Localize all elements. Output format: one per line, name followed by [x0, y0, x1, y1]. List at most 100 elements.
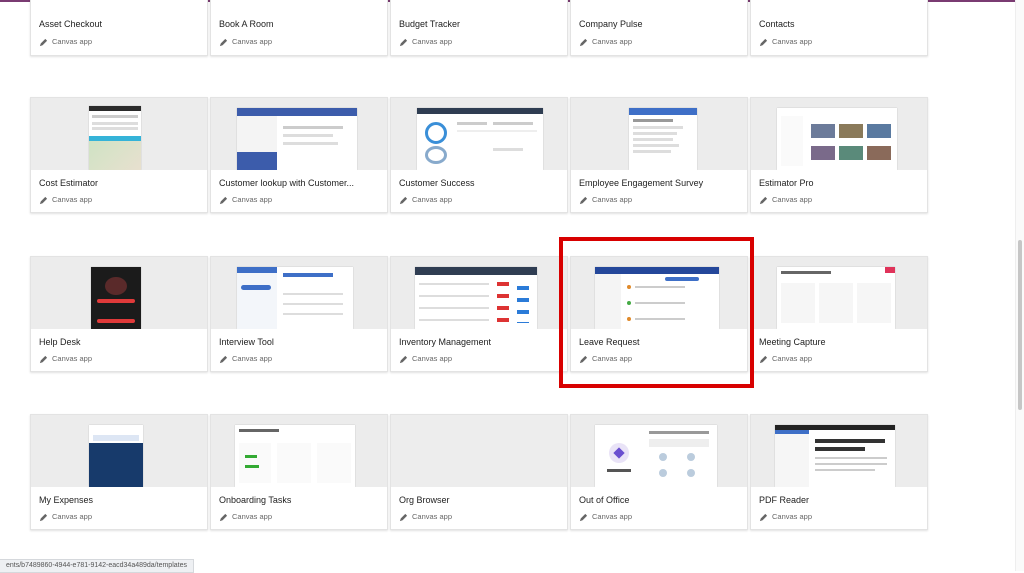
selection-highlight-box — [559, 237, 754, 388]
template-card-asset-checkout[interactable]: Asset Checkout Canvas app — [30, 0, 208, 56]
pencil-icon — [39, 38, 48, 46]
card-thumbnail — [751, 98, 927, 170]
card-subtitle: Canvas app — [759, 354, 812, 364]
pencil-icon — [759, 513, 768, 521]
card-title: Out of Office — [579, 495, 630, 505]
template-card-employee-engagement-survey[interactable]: Employee Engagement Survey Canvas app — [570, 97, 748, 213]
card-title: Budget Tracker — [399, 19, 461, 29]
card-thumbnail — [571, 415, 747, 487]
card-title: Company Pulse — [579, 19, 643, 29]
pencil-icon — [219, 513, 228, 521]
template-card-pdf-reader[interactable]: PDF Reader Canvas app — [750, 414, 928, 530]
card-title: Customer lookup with Customer... — [219, 178, 355, 188]
card-subtitle: Canvas app — [759, 512, 812, 522]
vertical-scrollbar[interactable] — [1015, 0, 1024, 571]
card-subtitle: Canvas app — [39, 195, 92, 205]
card-title: Contacts — [759, 19, 795, 29]
card-thumbnail — [31, 257, 207, 329]
template-card-org-browser[interactable]: Org Browser Canvas app — [390, 414, 568, 530]
thumbnail-preview — [237, 267, 353, 329]
card-title: Interview Tool — [219, 337, 274, 347]
template-card-inventory-management[interactable]: Inventory Management Canvas app — [390, 256, 568, 372]
card-thumbnail — [211, 98, 387, 170]
thumbnail-preview — [91, 267, 141, 329]
card-thumbnail — [31, 415, 207, 487]
template-card-my-expenses[interactable]: My Expenses Canvas app — [30, 414, 208, 530]
thumbnail-preview — [89, 425, 143, 487]
card-subtitle: Canvas app — [39, 354, 92, 364]
template-card-budget-tracker[interactable]: Budget Tracker Canvas app — [390, 0, 568, 56]
card-subtitle: Canvas app — [39, 37, 92, 47]
pencil-icon — [219, 355, 228, 363]
card-title: Cost Estimator — [39, 178, 99, 188]
card-subtitle: Canvas app — [579, 512, 632, 522]
card-title: PDF Reader — [759, 495, 810, 505]
card-subtitle: Canvas app — [579, 37, 632, 47]
pencil-icon — [219, 196, 228, 204]
template-card-meeting-capture[interactable]: Meeting Capture Canvas app — [750, 256, 928, 372]
template-card-book-a-room[interactable]: Book A Room Canvas app — [210, 0, 388, 56]
card-subtitle: Canvas app — [399, 512, 452, 522]
thumbnail-preview — [777, 267, 895, 329]
template-card-interview-tool[interactable]: Interview Tool Canvas app — [210, 256, 388, 372]
card-subtitle: Canvas app — [579, 195, 632, 205]
template-card-estimator-pro[interactable]: Estimator Pro Canvas app — [750, 97, 928, 213]
card-subtitle: Canvas app — [219, 195, 272, 205]
card-subtitle: Canvas app — [219, 512, 272, 522]
pencil-icon — [399, 355, 408, 363]
card-title: Employee Engagement Survey — [579, 178, 704, 188]
card-subtitle: Canvas app — [399, 195, 452, 205]
thumbnail-preview — [777, 108, 897, 170]
thumbnail-preview — [415, 267, 537, 329]
template-card-help-desk[interactable]: Help Desk Canvas app — [30, 256, 208, 372]
template-card-cost-estimator[interactable]: Cost Estimator Canvas app — [30, 97, 208, 213]
thumbnail-preview — [237, 108, 357, 170]
pencil-icon — [399, 513, 408, 521]
pencil-icon — [759, 355, 768, 363]
template-card-customer-lookup[interactable]: Customer lookup with Customer... Canvas … — [210, 97, 388, 213]
card-title: Meeting Capture — [759, 337, 826, 347]
pencil-icon — [759, 196, 768, 204]
card-title: My Expenses — [39, 495, 94, 505]
pencil-icon — [39, 355, 48, 363]
template-grid: Asset Checkout Canvas app Book A Room Ca… — [0, 0, 1024, 571]
thumbnail-preview — [417, 108, 543, 170]
template-card-onboarding-tasks[interactable]: Onboarding Tasks Canvas app — [210, 414, 388, 530]
card-thumbnail — [391, 257, 567, 329]
card-subtitle: Canvas app — [219, 37, 272, 47]
card-thumbnail — [571, 98, 747, 170]
thumbnail-preview — [629, 108, 697, 170]
card-subtitle: Canvas app — [759, 195, 812, 205]
card-subtitle: Canvas app — [39, 512, 92, 522]
card-thumbnail — [751, 257, 927, 329]
pencil-icon — [219, 38, 228, 46]
template-card-contacts[interactable]: Contacts Canvas app — [750, 0, 928, 56]
pencil-icon — [39, 196, 48, 204]
thumbnail-preview — [595, 425, 717, 487]
card-title: Asset Checkout — [39, 19, 103, 29]
pencil-icon — [39, 513, 48, 521]
card-thumbnail — [751, 415, 927, 487]
card-subtitle: Canvas app — [219, 354, 272, 364]
pencil-icon — [399, 196, 408, 204]
pencil-icon — [759, 38, 768, 46]
template-card-out-of-office[interactable]: Out of Office Canvas app — [570, 414, 748, 530]
pencil-icon — [399, 38, 408, 46]
card-title: Estimator Pro — [759, 178, 814, 188]
pencil-icon — [579, 38, 588, 46]
card-subtitle: Canvas app — [759, 37, 812, 47]
template-card-customer-success[interactable]: Customer Success Canvas app — [390, 97, 568, 213]
card-subtitle: Canvas app — [399, 37, 452, 47]
card-thumbnail — [211, 415, 387, 487]
thumbnail-preview — [89, 106, 141, 170]
card-title: Book A Room — [219, 19, 274, 29]
template-card-company-pulse[interactable]: Company Pulse Canvas app — [570, 0, 748, 56]
scrollbar-thumb[interactable] — [1018, 240, 1022, 410]
card-title: Help Desk — [39, 337, 81, 347]
pencil-icon — [579, 513, 588, 521]
card-subtitle: Canvas app — [399, 354, 452, 364]
card-title: Org Browser — [399, 495, 450, 505]
card-title: Inventory Management — [399, 337, 492, 347]
card-thumbnail — [211, 257, 387, 329]
thumbnail-preview — [235, 425, 355, 487]
